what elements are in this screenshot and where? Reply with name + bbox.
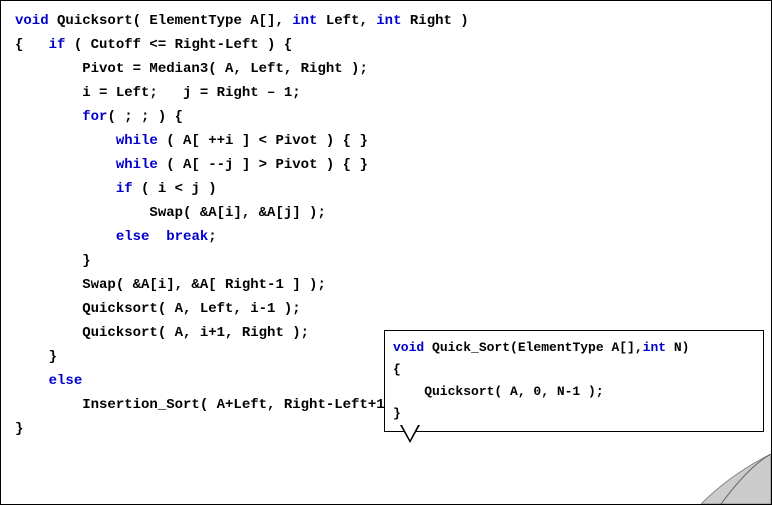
wrapper-code-callout: void Quick_Sort(ElementType A[],int N) {…: [384, 330, 764, 432]
kw-int: int: [643, 340, 666, 355]
callout-tail-inner: [402, 425, 418, 440]
quick-sort-wrapper-code: void Quick_Sort(ElementType A[],int N) {…: [393, 337, 755, 425]
kw-if: if: [49, 37, 66, 53]
kw-while: while: [116, 157, 158, 173]
kw-int: int: [376, 13, 401, 29]
page-curl-icon: [701, 454, 771, 504]
kw-else: else: [49, 373, 83, 389]
kw-if: if: [116, 181, 133, 197]
kw-void: void: [393, 340, 424, 355]
kw-int: int: [292, 13, 317, 29]
code-slide: void Quicksort( ElementType A[], int Lef…: [0, 0, 772, 505]
kw-break: break: [166, 229, 208, 245]
kw-void: void: [15, 13, 49, 29]
kw-for: for: [82, 109, 107, 125]
kw-while: while: [116, 133, 158, 149]
kw-else: else: [116, 229, 150, 245]
